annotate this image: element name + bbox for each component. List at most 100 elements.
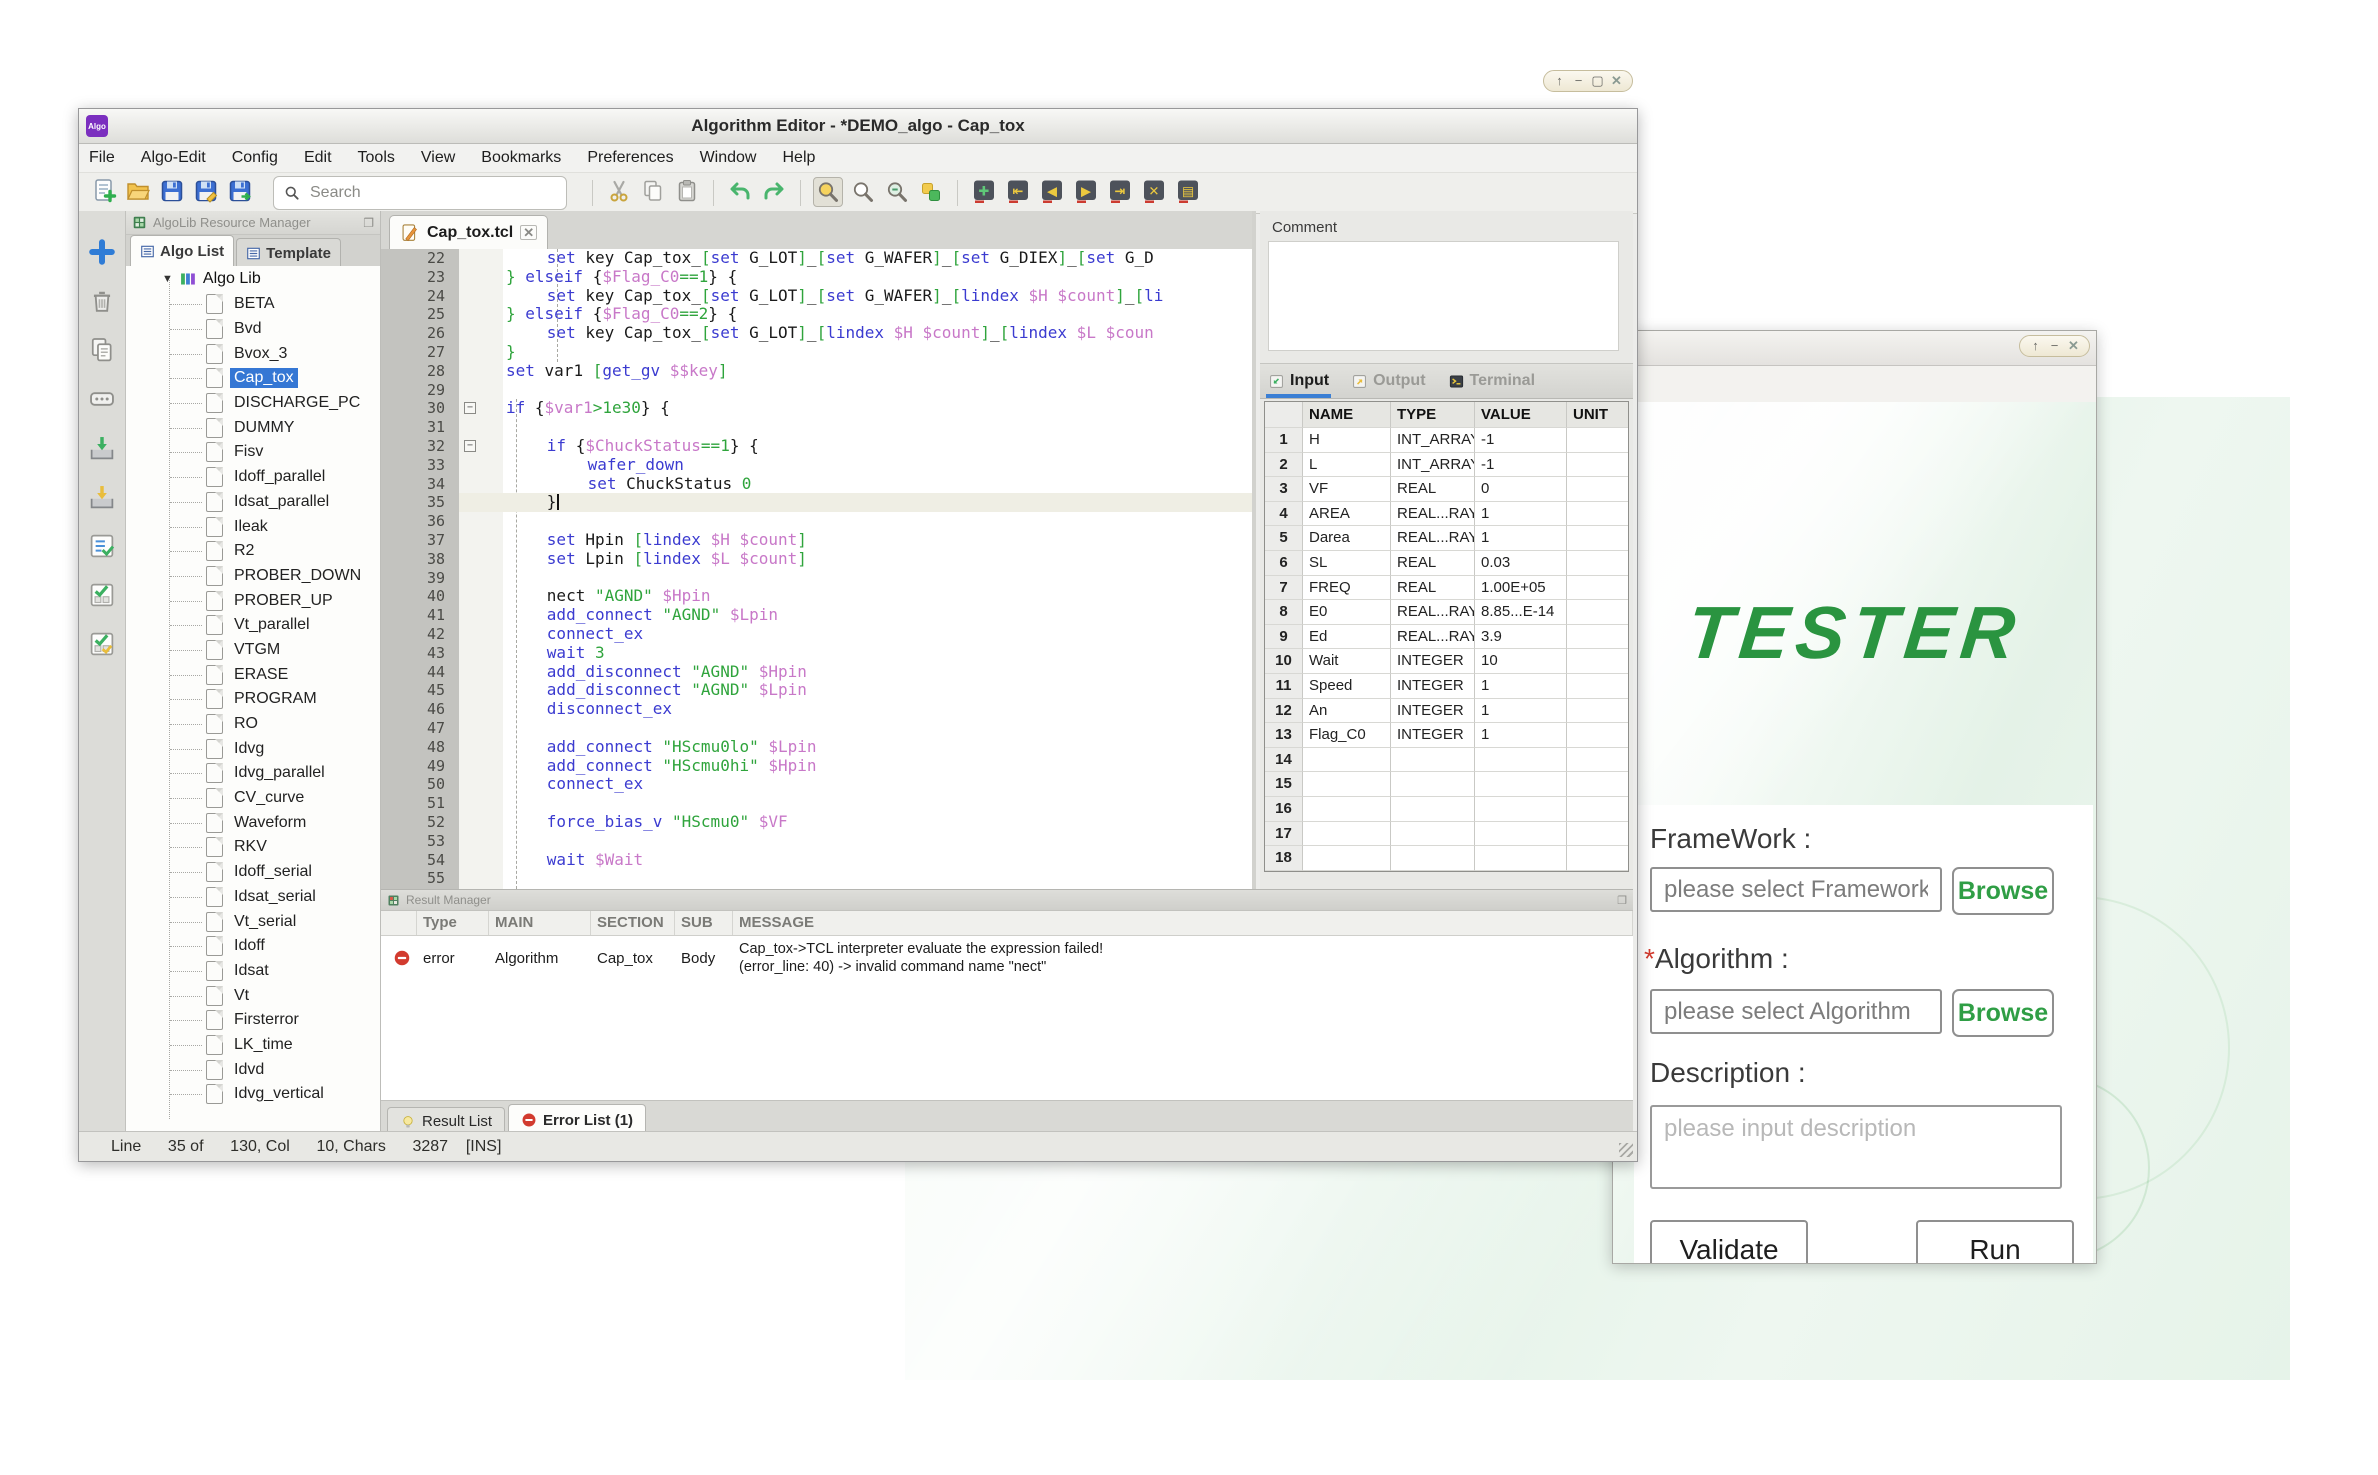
fold-marker-icon[interactable]: − — [464, 402, 476, 414]
tree-item-Idsat_serial[interactable]: Idsat_serial — [126, 885, 380, 910]
table-row[interactable]: 13Flag_C0INTEGER1 — [1265, 723, 1628, 748]
code-area[interactable]: 22set key Cap_tox_[set G_LOT]_[set G_WAF… — [381, 249, 1252, 889]
undo-icon[interactable] — [726, 177, 754, 205]
tree-item-VTGM[interactable]: VTGM — [126, 638, 380, 663]
tree-item-Bvox_3[interactable]: Bvox_3 — [126, 341, 380, 366]
cut-icon[interactable] — [605, 177, 633, 205]
paste-icon[interactable] — [673, 177, 701, 205]
table-row[interactable]: 5DareaREAL...RAY1 — [1265, 526, 1628, 551]
bookmark-add-icon[interactable]: ✚ — [970, 177, 998, 205]
main-titlebar[interactable]: Algo Algorithm Editor - *DEMO_algo - Cap… — [79, 109, 1637, 144]
table-row[interactable]: 8E0REAL...RAY8.85...E-14 — [1265, 600, 1628, 625]
bookmark-list-icon[interactable]: ▤ — [1174, 177, 1202, 205]
tree-item-CV_curve[interactable]: CV_curve — [126, 786, 380, 811]
tester-titlebar[interactable]: ↑−✕ — [1613, 331, 2096, 366]
restore-up-button[interactable]: ↑ — [2027, 336, 2044, 356]
table-row[interactable]: 17 — [1265, 822, 1628, 847]
tree-item-ERASE[interactable]: ERASE — [126, 662, 380, 687]
algorithm-browse-button[interactable]: Browse — [1952, 989, 2054, 1037]
table-row[interactable]: 10WaitINTEGER10 — [1265, 649, 1628, 674]
tab-close-icon[interactable]: ✕ — [520, 225, 537, 240]
tree-item-Idvg_vertical[interactable]: Idvg_vertical — [126, 1082, 380, 1107]
tree-item-RO[interactable]: RO — [126, 712, 380, 737]
import-yellow-icon[interactable] — [87, 482, 117, 512]
save-edit-icon[interactable] — [192, 177, 220, 205]
validate-all-icon[interactable] — [87, 629, 117, 659]
algorithm-input[interactable] — [1650, 989, 1942, 1034]
tree-item-Idoff[interactable]: Idoff — [126, 934, 380, 959]
tree-item-Idvg_parallel[interactable]: Idvg_parallel — [126, 761, 380, 786]
swap-icon[interactable] — [917, 178, 945, 206]
tree-item-Bvd[interactable]: Bvd — [126, 317, 380, 342]
tree-item-Ileak[interactable]: Ileak — [126, 514, 380, 539]
editor-tab-cap-tox[interactable]: Cap_tox.tcl ✕ — [389, 215, 548, 249]
tree-item-Fisv[interactable]: Fisv — [126, 440, 380, 465]
menu-help[interactable]: Help — [782, 149, 815, 167]
tree-item-Vt_serial[interactable]: Vt_serial — [126, 909, 380, 934]
menu-bookmarks[interactable]: Bookmarks — [481, 149, 561, 167]
bookmark-clear-icon[interactable]: ✕ — [1140, 177, 1168, 205]
redo-icon[interactable] — [760, 177, 788, 205]
delete-icon[interactable] — [87, 286, 117, 316]
table-row[interactable]: 6SLREAL0.03 — [1265, 551, 1628, 576]
panel-float-icon[interactable]: ❐ — [1617, 894, 1627, 907]
close-button[interactable]: ✕ — [2065, 336, 2082, 356]
result-row[interactable]: errorAlgorithmCap_toxBodyCap_tox->TCL in… — [381, 936, 1633, 976]
tree-root[interactable]: ▼ Algo Lib — [126, 266, 380, 292]
save-icon[interactable] — [158, 177, 186, 205]
table-row[interactable]: 14 — [1265, 748, 1628, 773]
table-row[interactable]: 1HINT_ARRAY-1 — [1265, 428, 1628, 453]
tree-item-PROGRAM[interactable]: PROGRAM — [126, 687, 380, 712]
bookmark-first-icon[interactable]: ⇤ — [1004, 177, 1032, 205]
tab-output[interactable]: Output — [1351, 364, 1425, 398]
tab-input[interactable]: Input — [1268, 364, 1329, 398]
bookmark-next-icon[interactable]: ▶ — [1072, 177, 1100, 205]
menu-preferences[interactable]: Preferences — [587, 149, 673, 167]
table-row[interactable]: 12AnINTEGER1 — [1265, 699, 1628, 724]
tree-item-LK_time[interactable]: LK_time — [126, 1033, 380, 1058]
zoom-out-icon[interactable] — [883, 178, 911, 206]
tree-item-Idvd[interactable]: Idvd — [126, 1057, 380, 1082]
save-all-icon[interactable] — [226, 177, 254, 205]
tree-item-Idoff_serial[interactable]: Idoff_serial — [126, 860, 380, 885]
resize-grip-icon[interactable] — [1619, 1143, 1633, 1157]
copy-page-icon[interactable] — [87, 335, 117, 365]
tree-item-Vt[interactable]: Vt — [126, 983, 380, 1008]
table-row[interactable]: 15 — [1265, 772, 1628, 797]
description-textarea[interactable] — [1650, 1105, 2062, 1189]
minimize-button[interactable]: − — [1570, 71, 1587, 91]
import-green-icon[interactable] — [87, 433, 117, 463]
tree-item-BETA[interactable]: BETA — [126, 292, 380, 317]
zoom-in-icon[interactable] — [813, 177, 843, 207]
table-row[interactable]: 4AREAREAL...RAY1 — [1265, 502, 1628, 527]
menu-algo-edit[interactable]: Algo-Edit — [141, 149, 206, 167]
table-row[interactable]: 18 — [1265, 846, 1628, 871]
run-button[interactable]: Run — [1916, 1220, 2074, 1263]
menu-tools[interactable]: Tools — [358, 149, 395, 167]
tree-item-Firsterror[interactable]: Firsterror — [126, 1008, 380, 1033]
tab-template[interactable]: Template — [236, 238, 341, 267]
tree-item-Idvg[interactable]: Idvg — [126, 736, 380, 761]
tree-item-Idoff_parallel[interactable]: Idoff_parallel — [126, 465, 380, 490]
menu-file[interactable]: File — [89, 149, 115, 167]
zoom-icon[interactable] — [849, 178, 877, 206]
tree-item-RKV[interactable]: RKV — [126, 835, 380, 860]
table-row[interactable]: 2LINT_ARRAY-1 — [1265, 453, 1628, 478]
table-row[interactable]: 9EdREAL...RAY3.9 — [1265, 625, 1628, 650]
copy-icon[interactable] — [639, 177, 667, 205]
fold-marker-icon[interactable]: − — [464, 440, 476, 452]
restore-up-button[interactable]: ↑ — [1551, 71, 1568, 91]
tree-item-PROBER_DOWN[interactable]: PROBER_DOWN — [126, 564, 380, 589]
tree-item-PROBER_UP[interactable]: PROBER_UP — [126, 588, 380, 613]
table-row[interactable]: 11SpeedINTEGER1 — [1265, 674, 1628, 699]
menu-config[interactable]: Config — [232, 149, 278, 167]
tree-item-Idsat_parallel[interactable]: Idsat_parallel — [126, 490, 380, 515]
tree-item-Idsat[interactable]: Idsat — [126, 959, 380, 984]
add-icon[interactable] — [87, 237, 117, 267]
menu-edit[interactable]: Edit — [304, 149, 332, 167]
close-button[interactable]: ✕ — [1608, 71, 1625, 91]
bookmark-prev-icon[interactable]: ◀ — [1038, 177, 1066, 205]
table-row[interactable]: 7FREQREAL1.00E+05 — [1265, 576, 1628, 601]
new-algo-icon[interactable] — [90, 177, 118, 205]
rename-icon[interactable] — [87, 384, 117, 414]
